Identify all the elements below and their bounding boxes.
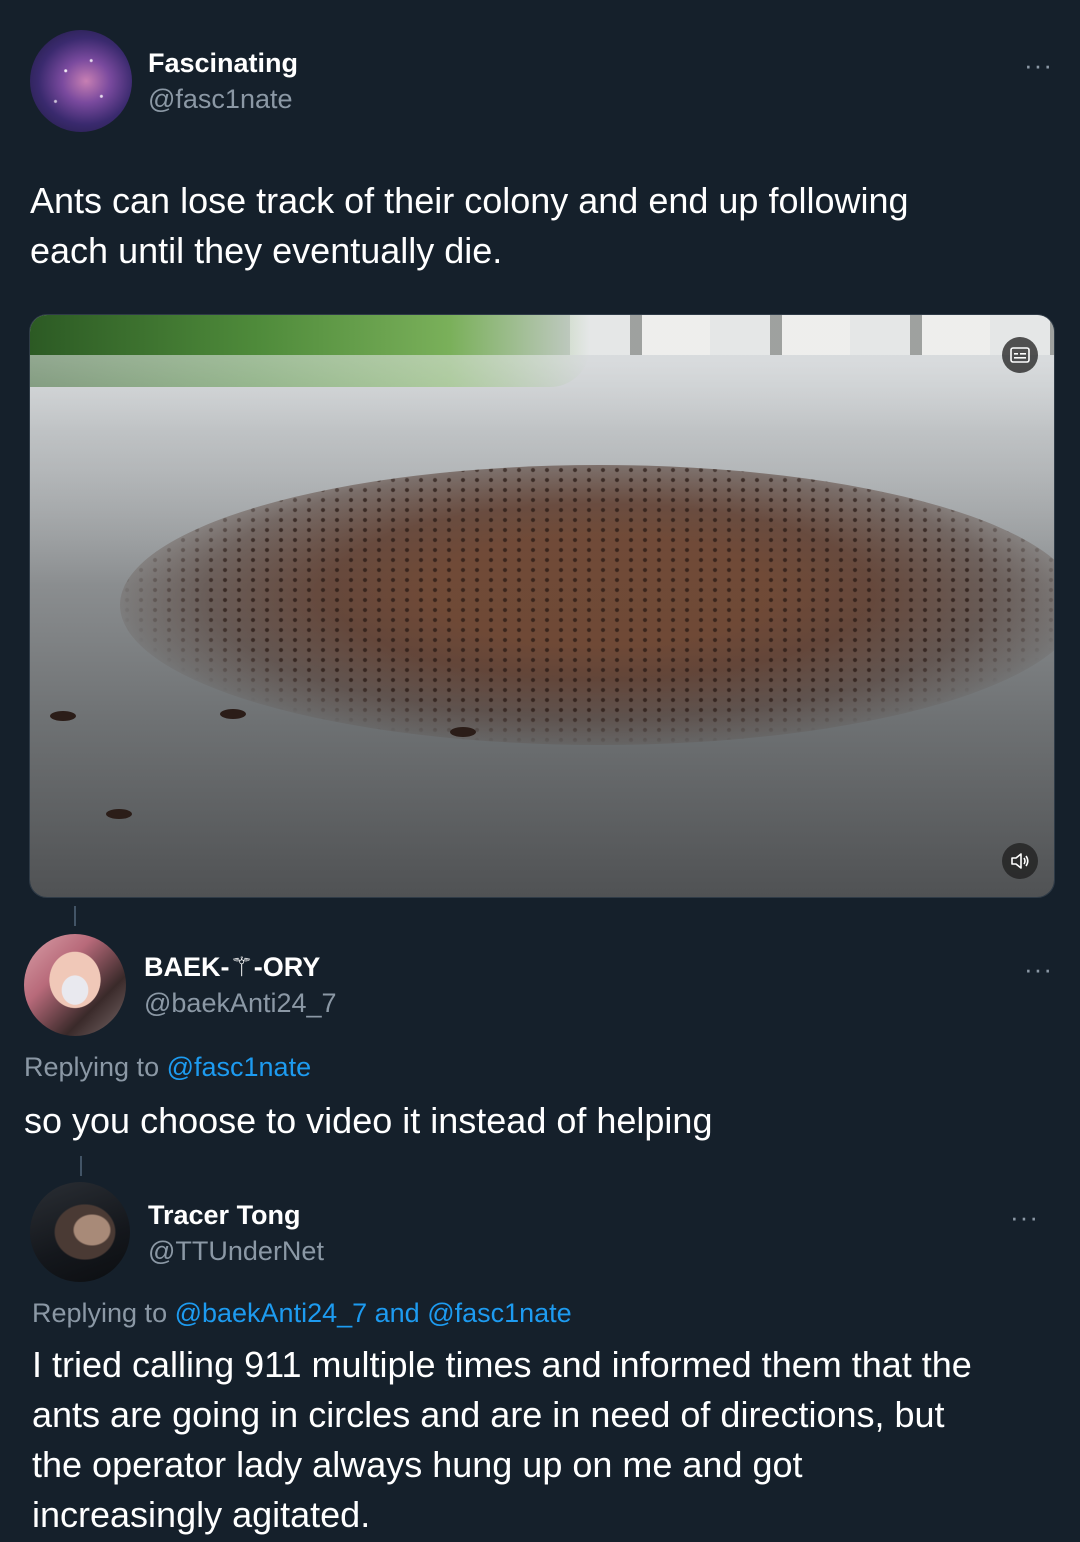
mention-link[interactable]: @fasc1nate [167,1052,312,1082]
avatar[interactable] [24,934,126,1036]
replying-to-label: Replying to [32,1298,175,1328]
thread-connector [74,906,76,926]
volume-icon [1011,853,1029,869]
replying-to: Replying to @fasc1nate [24,1052,311,1083]
captions-icon [1010,347,1030,363]
avatar[interactable] [30,30,132,132]
stray-ant [50,711,76,721]
ant-mill-texture [120,465,1054,745]
video-background-building [570,315,1054,355]
captions-button[interactable] [1002,337,1038,373]
tweet-text-line: increasingly agitated. [32,1494,371,1535]
tweet-text-line: each until they eventually die. [30,230,503,271]
tweet-text: I tried calling 911 multiple times and i… [32,1340,1062,1540]
display-name[interactable]: Fascinating [148,48,298,79]
thread-connector [80,1156,82,1176]
more-options-icon[interactable]: ··· [1024,52,1053,78]
tweet-text-line: Ants can lose track of their colony and … [30,180,909,221]
tweet-thread: Fascinating @fasc1nate ··· Ants can lose… [0,0,1080,1542]
tweet-text: Ants can lose track of their colony and … [30,176,1050,276]
stray-ant [106,809,132,819]
display-name[interactable]: BAEK-⚚-ORY [144,952,320,983]
volume-button[interactable] [1002,843,1038,879]
tweet-video[interactable] [29,314,1055,898]
user-handle[interactable]: @baekAnti24_7 [144,988,337,1019]
user-handle[interactable]: @fasc1nate [148,84,293,115]
stray-ant [220,709,246,719]
more-options-icon[interactable]: ··· [1024,956,1053,982]
tweet-text-line: I tried calling 911 multiple times and i… [32,1344,972,1385]
more-options-icon[interactable]: ··· [1010,1204,1039,1230]
tweet-baekory[interactable]: BAEK-⚚-ORY @baekAnti24_7 ··· Replying to… [0,926,1080,1156]
tweet-fascinating[interactable]: Fascinating @fasc1nate ··· Ants can lose… [0,0,1080,900]
tweet-text-line: ants are going in circles and are in nee… [32,1394,945,1435]
user-handle[interactable]: @TTUnderNet [148,1236,324,1267]
mention-links[interactable]: @baekAnti24_7 and @fasc1nate [175,1298,572,1328]
replying-to: Replying to @baekAnti24_7 and @fasc1nate [32,1298,572,1329]
stray-ant [450,727,476,737]
tweet-text: so you choose to video it instead of hel… [24,1100,713,1141]
tweet-text-line: the operator lady always hung up on me a… [32,1444,803,1485]
replying-to-label: Replying to [24,1052,167,1082]
avatar[interactable] [30,1182,130,1282]
display-name[interactable]: Tracer Tong [148,1200,301,1231]
tweet-tracer-tong[interactable]: Tracer Tong @TTUnderNet ··· Replying to … [0,1176,1080,1542]
